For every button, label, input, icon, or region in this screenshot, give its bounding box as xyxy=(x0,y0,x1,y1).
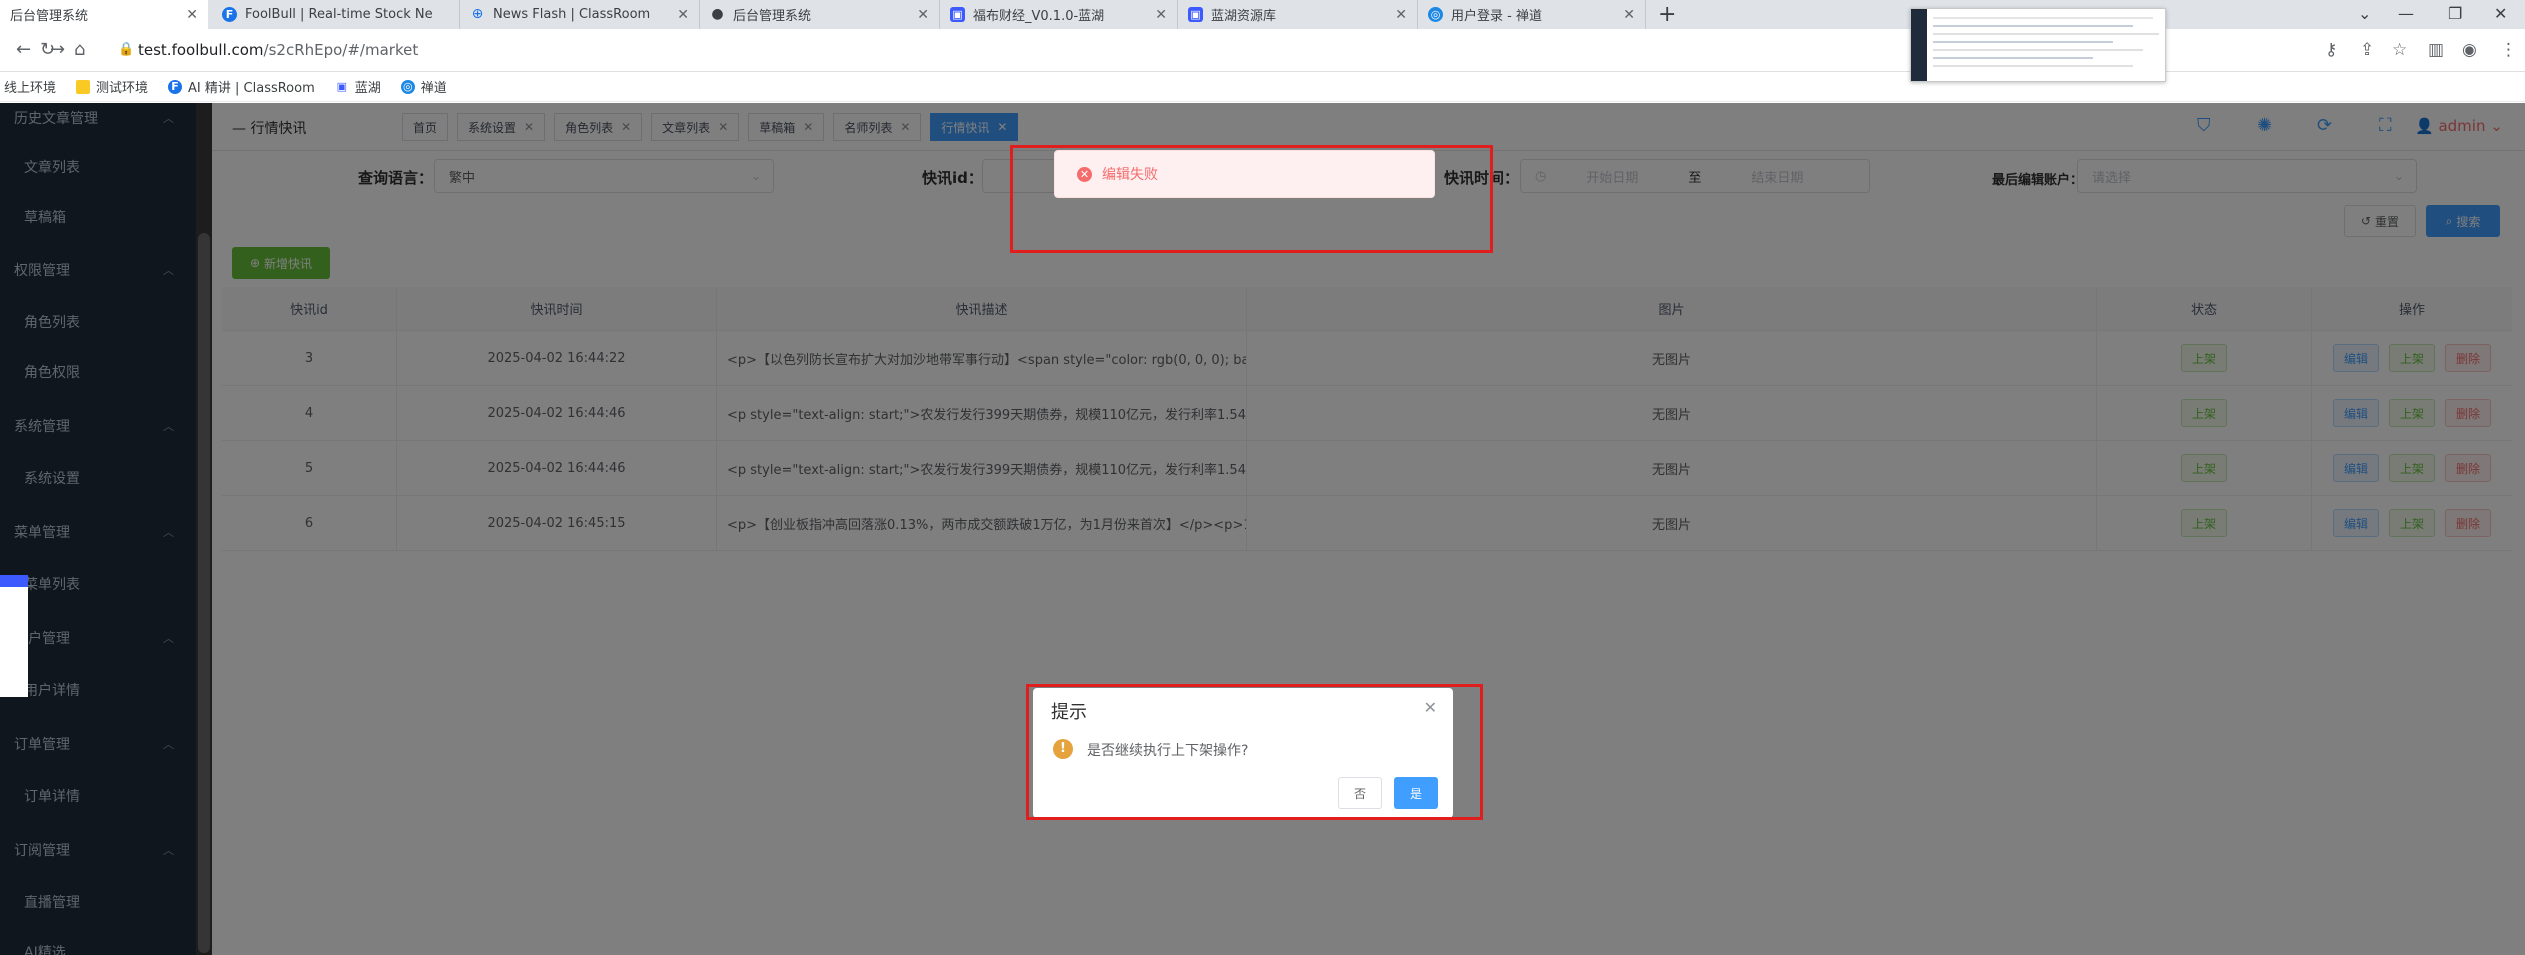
url-host: test.foolbull.com xyxy=(138,41,264,59)
browser-tab-foolbull[interactable]: F FoolBull | Real-time Stock Ne xyxy=(212,0,460,29)
bookmark-label: 线上环境 xyxy=(4,81,57,96)
browser-tab-admin-2[interactable]: ● 后台管理系统 ✕ xyxy=(700,0,940,29)
chevron-down-icon[interactable]: ⌄ xyxy=(2358,4,2371,23)
highlight-box-dialog xyxy=(1026,684,1483,820)
classroom-icon: ⊕ xyxy=(471,6,484,22)
bookmark-online[interactable]: 线上环境 xyxy=(4,77,56,96)
zentao-icon: ◎ xyxy=(1428,7,1443,22)
highlight-box-toast xyxy=(1010,145,1493,253)
url-field[interactable]: test.foolbull.com/s2cRhEpo/#/market xyxy=(138,41,418,59)
foolbull-icon: F xyxy=(168,79,183,94)
lock-icon[interactable]: 🔒 xyxy=(118,42,134,57)
tab-title: 后台管理系统 xyxy=(733,9,812,24)
key-icon[interactable]: ⚷ xyxy=(2325,40,2337,60)
bookmark-lanhu[interactable]: ▣ 蓝湖 xyxy=(335,77,381,97)
bookmark-label: AI 精讲 | ClassRoom xyxy=(188,81,315,96)
close-icon[interactable]: ✕ xyxy=(677,7,689,23)
close-icon[interactable]: ✕ xyxy=(917,7,929,23)
foolbull-icon: F xyxy=(222,7,237,22)
folder-icon xyxy=(76,79,91,94)
tab-title: 蓝湖资源库 xyxy=(1211,9,1277,24)
close-icon[interactable]: ✕ xyxy=(1155,7,1167,23)
tab-title: News Flash | ClassRoom xyxy=(493,7,651,22)
url-path: /s2cRhEpo/#/market xyxy=(263,41,419,59)
profile-icon[interactable]: ◉ xyxy=(2462,40,2477,60)
new-tab-icon[interactable]: + xyxy=(1658,2,1676,27)
star-icon[interactable]: ☆ xyxy=(2392,40,2407,60)
bookmark-label: 测试环境 xyxy=(96,81,149,96)
tab-title: FoolBull | Real-time Stock Ne xyxy=(245,7,433,22)
github-icon: ● xyxy=(711,6,724,22)
close-icon[interactable]: ✕ xyxy=(1623,7,1635,23)
close-icon[interactable]: ✕ xyxy=(1395,7,1407,23)
bookmark-label: 禅道 xyxy=(420,81,447,96)
bookmark-test[interactable]: 测试环境 xyxy=(76,77,148,96)
browser-tab-lanhu[interactable]: ▣ 福布财经_V0.1.0-蓝湖 ✕ xyxy=(940,0,1178,29)
close-icon[interactable]: ✕ xyxy=(186,7,198,23)
browser-tab-admin[interactable]: 后台管理系统 ✕ xyxy=(0,0,208,29)
close-window-icon[interactable]: ✕ xyxy=(2494,4,2507,23)
bookmark-classroom[interactable]: F AI 精讲 | ClassRoom xyxy=(168,77,315,96)
minimize-icon[interactable]: — xyxy=(2398,4,2414,23)
bookmark-zentao[interactable]: ◎ 禅道 xyxy=(400,77,447,96)
back-icon[interactable]: ← xyxy=(16,39,31,60)
lanhu-icon: ▣ xyxy=(950,7,965,22)
zentao-icon: ◎ xyxy=(400,79,415,94)
lanhu-icon: ▣ xyxy=(1188,7,1203,22)
tab-title: 用户登录 - 禅道 xyxy=(1451,9,1542,24)
browser-tab-lanhu-lib[interactable]: ▣ 蓝湖资源库 ✕ xyxy=(1178,0,1418,29)
bookmark-label: 蓝湖 xyxy=(354,81,381,96)
tab-preview-thumbnail xyxy=(1910,8,2166,82)
share-icon[interactable]: ⇪ xyxy=(2360,40,2374,60)
lanhu-icon: ▣ xyxy=(336,79,347,93)
restore-icon[interactable]: ❐ xyxy=(2448,4,2462,23)
sidepanel-icon[interactable]: ▥ xyxy=(2428,40,2444,60)
tab-title: 后台管理系统 xyxy=(10,9,89,24)
reload-icon[interactable]: ↻ xyxy=(40,39,55,60)
browser-tab-classroom[interactable]: ⊕ News Flash | ClassRoom ✕ xyxy=(460,0,700,29)
tab-title: 福布财经_V0.1.0-蓝湖 xyxy=(973,9,1105,24)
home-icon[interactable]: ⌂ xyxy=(74,39,85,60)
left-preview-thumbnail xyxy=(0,575,28,697)
menu-icon[interactable]: ⋮ xyxy=(2500,40,2517,60)
browser-tab-zentao[interactable]: ◎ 用户登录 - 禅道 ✕ xyxy=(1418,0,1646,29)
